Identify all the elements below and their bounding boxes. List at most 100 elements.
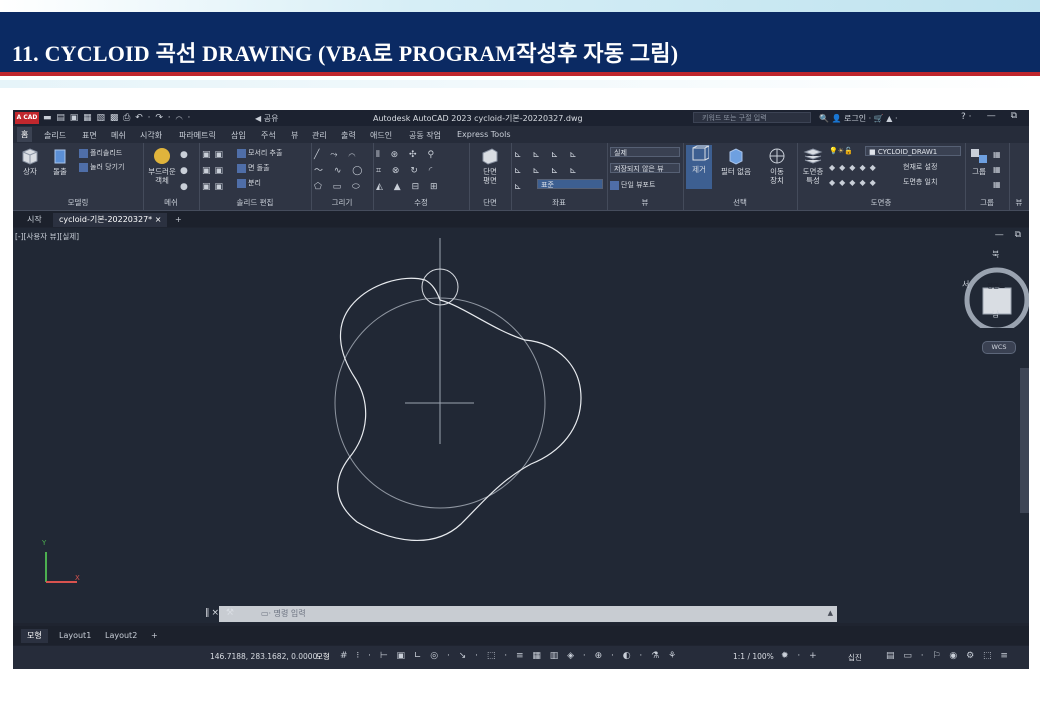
section-plane-icon [482, 148, 498, 165]
window-controls[interactable]: — ⧉ [987, 111, 1023, 121]
modify-tool-icons[interactable]: ⫴ ⊛ ✣ ⚲ ⌗ ⊗ ↻ ◜ ◭ ▲ ⊟ ⊞ [376, 147, 442, 195]
application-menu-button[interactable]: A CAD [15, 112, 39, 124]
group-button[interactable]: 그룹 [967, 147, 991, 176]
polysolid-icon [79, 148, 88, 158]
drawing-viewport[interactable]: [-][사용자 뷰][실제] — ⧉ Y X 북 남 서 평면도 WCS [13, 228, 1029, 623]
gizmo-button[interactable]: 이동 장치 [761, 147, 793, 185]
polysolid-button[interactable]: 폴리솔리드 [79, 148, 122, 158]
login-button[interactable]: 🔍 👤 로그인 · 🛒 ▲ · [819, 113, 897, 124]
smooth-object-label: 부드러운 객체 [148, 167, 176, 185]
tab-addins[interactable]: 애드인 [370, 130, 392, 141]
tab-layout1[interactable]: Layout1 [53, 629, 97, 643]
tab-manage[interactable]: 관리 [312, 130, 327, 141]
add-layout-button[interactable]: + [145, 629, 164, 643]
separate-button[interactable]: 분리 [237, 178, 261, 188]
layer-properties-button[interactable]: 도면층 특성 [799, 147, 827, 185]
extrude-button[interactable]: 돌출 [47, 147, 73, 176]
help-icon[interactable]: ? · [961, 112, 972, 122]
navigation-bar[interactable] [1020, 368, 1029, 513]
tab-annotate[interactable]: 주석 [261, 130, 276, 141]
extrude-face-button[interactable]: 면 돌출 [237, 163, 270, 173]
tab-solid[interactable]: 솔리드 [44, 130, 66, 141]
smooth-object-button[interactable]: 부드러운 객체 [145, 147, 179, 185]
file-tab-bar: 시작 cycloid-기본-20220327* × + [13, 211, 1029, 227]
cycloid-drawing[interactable] [13, 228, 1029, 623]
tab-visualize[interactable]: 시각화 [140, 130, 162, 141]
section-plane-label: 단면 평면 [483, 167, 497, 185]
tab-express-tools[interactable]: Express Tools [457, 130, 511, 139]
command-line-tools[interactable]: ‖× ⚒ [205, 608, 236, 618]
box-button[interactable]: 상자 [17, 147, 43, 176]
tab-mesh[interactable]: 메쉬 [111, 130, 126, 141]
model-space-button[interactable]: 모형 [316, 651, 330, 662]
tab-parametric[interactable]: 파라메트릭 [179, 130, 216, 141]
culling-icon [692, 145, 709, 161]
quick-access-icons[interactable]: ▬ ▤ ▣ ▦ ▧ ▩ ⎙ ↶ · ↷ · ⌒ · [43, 113, 191, 123]
tab-view[interactable]: 뷰 [291, 130, 298, 141]
wcs-menu[interactable]: WCS [982, 341, 1016, 354]
command-input[interactable]: ▭· 명령 입력 [261, 608, 306, 619]
command-history-arrow-icon[interactable]: ▲ [828, 609, 833, 617]
layer-dropdown[interactable]: ■ CYCLOID_DRAW1 [865, 146, 961, 156]
single-viewport-button[interactable]: 단일 뷰포트 [610, 180, 655, 190]
group-tool-icons[interactable]: ▦ ▦ ▦ [993, 147, 1005, 192]
layer-state-icons[interactable]: 💡☀🔓 [829, 147, 853, 155]
status-toggle-icons[interactable]: # ⁝ · ⊢ ▣ ∟ ◎ · ↘ · ⬚ · ≡ ▦ ▥ ◈ · ⊕ · ◐ … [340, 651, 679, 661]
top-decoration [0, 0, 1040, 12]
login-label: 로그인 [844, 114, 867, 123]
section-group-label: 단면 [483, 198, 497, 207]
ribbon-group-groups: 그룹 ▦ ▦ ▦ 그룹 [965, 143, 1010, 210]
annotation-scale[interactable]: 1:1 / 100% [733, 652, 774, 661]
new-tab-button[interactable]: + [169, 213, 188, 227]
tab-surface[interactable]: 표면 [82, 130, 97, 141]
ribbon-group-section: 단면 평면 단면 [469, 143, 512, 210]
solid-edit-icons[interactable]: ▣▣ ▣▣ ▣▣ [202, 147, 227, 195]
fillet-label: 모서리 추출 [248, 149, 283, 157]
gizmo-icon [769, 148, 785, 164]
presspull-button[interactable]: 눌러 당기기 [79, 162, 124, 172]
close-tab-icon[interactable]: × [155, 215, 162, 224]
document-tab-label: cycloid-기본-20220327* [59, 215, 153, 224]
search-input[interactable]: 키워드 또는 구절 입력 [693, 112, 811, 123]
view2-group-label: 뷰 [1015, 198, 1023, 207]
fillet-button[interactable]: 모서리 추출 [237, 148, 282, 158]
layer-tool-icons[interactable]: ◆◆◆◆◆ ◆◆◆◆◆ [829, 160, 880, 190]
filter-button[interactable]: 필터 없음 [716, 147, 756, 176]
settings-icons[interactable]: ✹ · + [781, 651, 820, 661]
extrude-label: 돌출 [53, 167, 67, 176]
command-line[interactable]: ‖× ⚒ ▭· 명령 입력 ▲ [205, 606, 837, 622]
ribbon-group-view2: 뷰 [1009, 143, 1029, 210]
draw-tool-icons[interactable]: ╱ ⤳ ⌒ 〜 ∿ ◯ ⬠ ▭ ⬭ [314, 147, 366, 195]
tab-output[interactable]: 출력 [341, 130, 356, 141]
tab-collaborate[interactable]: 공동 작업 [409, 130, 441, 141]
box-label: 상자 [23, 167, 37, 176]
tab-layout2[interactable]: Layout2 [99, 629, 143, 643]
viewcube-face-label[interactable]: 평면도 [987, 280, 1005, 290]
presspull-label: 눌러 당기기 [90, 163, 125, 171]
culling-button[interactable]: 제거 [686, 145, 712, 189]
filter-label: 필터 없음 [721, 167, 751, 176]
tab-start[interactable]: 시작 [21, 213, 48, 227]
modeling-group-label: 모델링 [67, 198, 89, 207]
make-current-button[interactable]: 현재로 설정 [903, 162, 937, 172]
visual-style-dropdown[interactable]: 실제 [610, 147, 680, 157]
tab-document[interactable]: cycloid-기본-20220327* × [53, 213, 168, 227]
presspull-icon [79, 162, 88, 172]
status-right-icons[interactable]: ▤ ▭ · ⚐ ◉ ⚙ ⬚ ≡ [886, 651, 1011, 661]
share-button[interactable]: ◀ 공유 [255, 113, 278, 124]
decoration-stripe [0, 80, 1040, 88]
mesh-group-label: 메쉬 [164, 198, 178, 207]
coordinate-readout[interactable]: 146.7188, 283.1682, 0.0000 [210, 652, 317, 661]
section-plane-button[interactable]: 단면 평면 [475, 147, 505, 185]
mesh-small-icons[interactable]: ● ● ● [180, 147, 192, 195]
named-view-dropdown[interactable]: 저장되지 않은 뷰 [610, 163, 680, 173]
units-dropdown[interactable]: 십진 [848, 652, 862, 663]
ribbon-tab-bar: 홈 솔리드 표면 메쉬 시각화 파라메트릭 삽입 주석 뷰 관리 출력 애드인 … [13, 126, 1029, 143]
ucs-world-dropdown[interactable]: 표준 [537, 179, 603, 189]
layer-match-button[interactable]: 도면층 일치 [903, 177, 937, 187]
tab-model[interactable]: 모형 [21, 629, 48, 643]
box-icon [22, 148, 38, 165]
tab-insert[interactable]: 삽입 [231, 130, 246, 141]
viewcube-west-label: 서 [962, 280, 970, 289]
tab-home[interactable]: 홈 [17, 127, 33, 142]
